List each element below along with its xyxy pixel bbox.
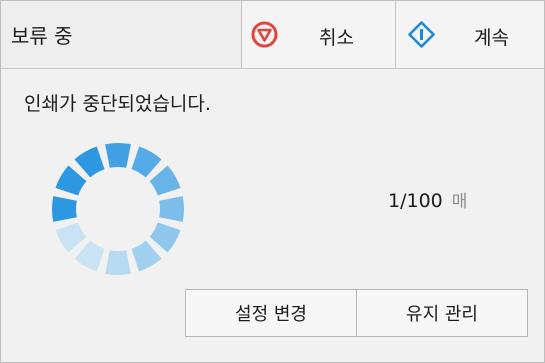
- status-label: 보류 중: [11, 24, 73, 48]
- toolbar: 보류 중 취소 계속: [1, 1, 544, 69]
- cancel-button[interactable]: 취소: [241, 1, 395, 68]
- spinner-segment: [74, 240, 105, 272]
- spinner-segment: [105, 250, 131, 275]
- resume-diamond-icon: [408, 21, 435, 48]
- cancel-label: 취소: [319, 27, 354, 49]
- page-count-value: 1/100: [388, 190, 443, 212]
- print-status-panel: 보류 중 취소 계속 인쇄가 중단되었습니다. 1/100 매 설정 변경 유지 …: [0, 0, 545, 363]
- maintenance-button[interactable]: 유지 관리: [356, 289, 528, 337]
- spinner-segment: [131, 240, 162, 272]
- spinner-segment: [159, 196, 184, 222]
- spinner-segment: [149, 165, 181, 196]
- continue-button[interactable]: 계속: [395, 1, 544, 68]
- spinner-segment: [105, 143, 131, 168]
- continue-label: 계속: [474, 27, 509, 49]
- progress-spinner-icon: [51, 143, 184, 275]
- page-count: 1/100 매: [388, 187, 467, 212]
- spinner-segment: [149, 222, 181, 253]
- page-count-unit: 매: [451, 192, 468, 212]
- spinner-segment: [51, 196, 77, 222]
- spinner-segment: [74, 146, 105, 178]
- status-message: 인쇄가 중단되었습니다.: [24, 93, 211, 115]
- spinner-segment: [55, 222, 87, 253]
- spinner-segment: [131, 146, 162, 178]
- change-settings-button[interactable]: 설정 변경: [185, 289, 357, 337]
- spinner-segment: [55, 165, 87, 196]
- stop-circle-icon: [251, 21, 278, 48]
